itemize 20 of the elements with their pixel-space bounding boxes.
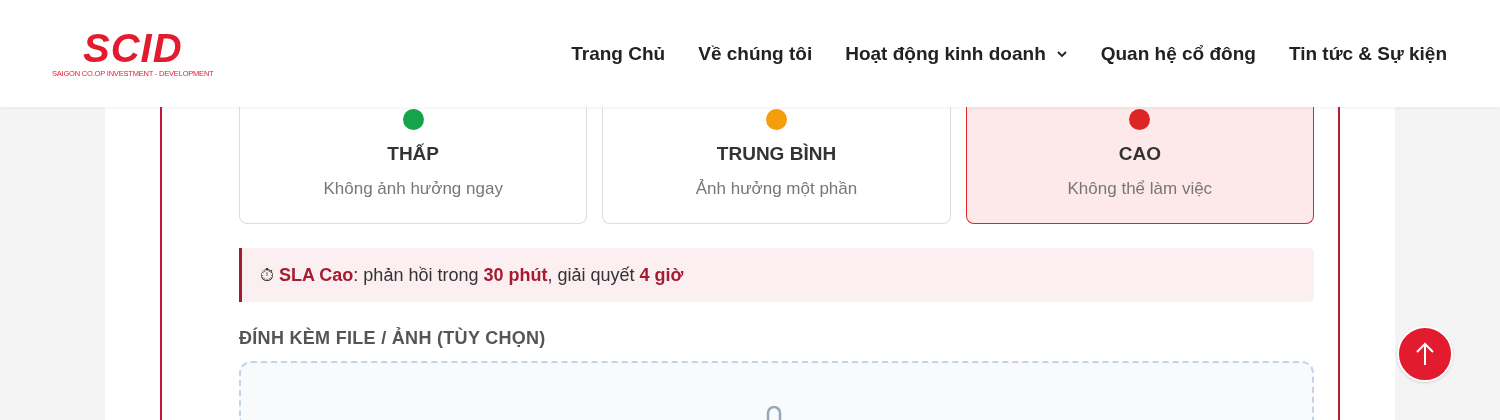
priority-title: CAO [1118, 143, 1161, 165]
priority-option[interactable]: THẤP Không ảnh hưởng ngay [239, 107, 588, 224]
priority-option[interactable]: CAO Không thể làm việc [965, 107, 1314, 224]
attachment-label: ĐÍNH KÈM FILE / ẢNH (TÙY CHỌN) [239, 328, 547, 349]
priority-option[interactable]: TRUNG BÌNH Ảnh hưởng một phần [602, 107, 951, 224]
sla-text: ⏱ SLA Cao: phản hồi trong 30 phút, giải quyết 4 giờ [260, 264, 684, 286]
logo-wordmark[interactable]: SCID [82, 29, 183, 67]
scroll-to-top-button[interactable] [1397, 326, 1453, 382]
priority-description: Ảnh hưởng một phần [695, 179, 858, 199]
nav-link[interactable]: Hoạt động kinh doanh [845, 42, 1068, 65]
nav-link[interactable]: Trang Chủ [571, 42, 666, 65]
chevron-down-icon [1055, 49, 1068, 58]
priority-description: Không thể làm việc [1067, 179, 1213, 199]
priority-title: THẤP [387, 143, 440, 165]
nav-link[interactable]: Quan hệ cổ đông [1100, 42, 1256, 65]
nav-link[interactable]: Về chúng tôi [698, 42, 813, 65]
arrow-up-icon [1415, 342, 1435, 366]
nav-link[interactable]: Tin tức & Sự kiện [1288, 42, 1447, 65]
priority-title: TRUNG BÌNH [716, 143, 837, 165]
priority-description: Không ảnh hưởng ngay [323, 179, 503, 199]
